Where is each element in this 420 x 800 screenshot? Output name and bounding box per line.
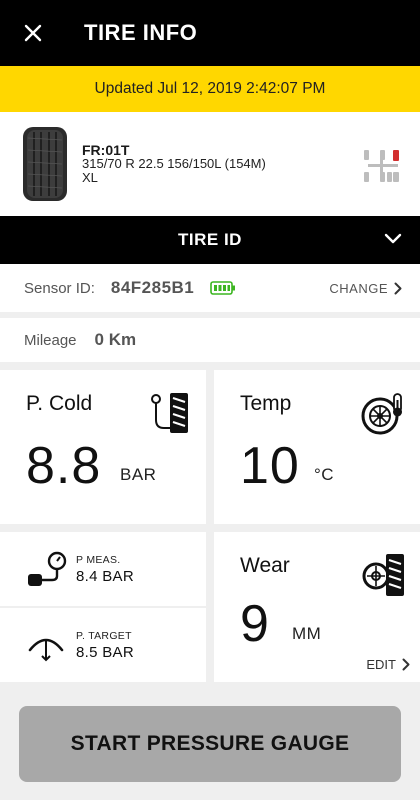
- pressure-gauge-icon: [28, 551, 67, 586]
- tire-details: FR:01T 315/70 R 22.5 156/150L (154M) XL: [82, 143, 266, 185]
- battery-icon: [210, 281, 236, 295]
- pressure-measured-label: P MEAS.: [76, 554, 121, 566]
- top-bar: TIRE INFO: [0, 0, 420, 66]
- pressure-cold-value: 8.8: [26, 437, 102, 495]
- temperature-title: Temp: [240, 392, 292, 415]
- edit-wear-button[interactable]: EDIT: [366, 657, 410, 672]
- pressure-target-label: P. TARGET: [76, 630, 132, 642]
- tire-load: XL: [82, 170, 98, 185]
- temperature-tile: Temp 10 °C: [214, 370, 420, 524]
- chevron-down-icon: [384, 233, 402, 244]
- close-icon: [24, 24, 42, 42]
- sensor-row: Sensor ID: 84F285B1 CHANGE: [0, 264, 420, 312]
- start-pressure-gauge-button[interactable]: START PRESSURE GAUGE: [19, 706, 401, 782]
- chevron-right-icon: [402, 658, 410, 671]
- pressure-target-value: 8.5 BAR: [76, 644, 134, 661]
- updated-text: Updated Jul 12, 2019 2:42:07 PM: [94, 80, 326, 97]
- mileage-label: Mileage: [24, 331, 77, 349]
- chevron-right-icon: [394, 282, 402, 294]
- change-sensor-button[interactable]: CHANGE: [329, 264, 402, 312]
- tire-size: 315/70 R 22.5 156/150L (154M): [82, 156, 266, 171]
- tire-wear-icon: [362, 554, 404, 596]
- tire-valve-icon: [151, 393, 188, 433]
- tire-position: FR:01T: [82, 142, 130, 158]
- sensor-id-value: 84F285B1: [110, 278, 195, 297]
- temperature-value: 10: [240, 437, 300, 495]
- wear-title: Wear: [240, 554, 290, 577]
- sensor-id-label: Sensor ID:: [24, 279, 95, 297]
- pressure-cold-title: P. Cold: [26, 392, 93, 415]
- axle-position-icon: [364, 150, 399, 182]
- change-label: CHANGE: [329, 280, 388, 296]
- edit-label: EDIT: [366, 657, 396, 672]
- temperature-unit: °C: [314, 465, 335, 484]
- mileage-value: 0 Km: [94, 330, 137, 349]
- wear-unit: MM: [292, 624, 322, 643]
- tire-id-label: TIRE ID: [178, 230, 242, 249]
- pressure-measured-value: 8.4 BAR: [76, 568, 134, 585]
- wear-value: 9: [240, 595, 270, 653]
- pressure-measured-tile: P MEAS. 8.4 BAR: [0, 532, 206, 606]
- tire-image: [23, 127, 67, 201]
- page-title: TIRE INFO: [84, 20, 198, 45]
- updated-banner: Updated Jul 12, 2019 2:42:07 PM: [0, 66, 420, 112]
- pressure-target-tile: P. TARGET 8.5 BAR: [0, 608, 206, 682]
- pressure-cold-tile: P. Cold 8.8 BAR: [0, 370, 206, 524]
- tire-id-dropdown[interactable]: TIRE ID: [0, 216, 420, 264]
- tire-card: FR:01T 315/70 R 22.5 156/150L (154M) XL: [0, 112, 420, 216]
- start-button-label: START PRESSURE GAUGE: [70, 732, 350, 755]
- tire-temperature-icon: [361, 393, 402, 435]
- wear-tile: Wear 9 MM EDIT: [214, 532, 420, 682]
- pressure-cold-unit: BAR: [120, 465, 157, 484]
- close-button[interactable]: [0, 0, 66, 66]
- target-gauge-icon: [28, 638, 64, 662]
- mileage-row: Mileage 0 Km: [0, 318, 420, 362]
